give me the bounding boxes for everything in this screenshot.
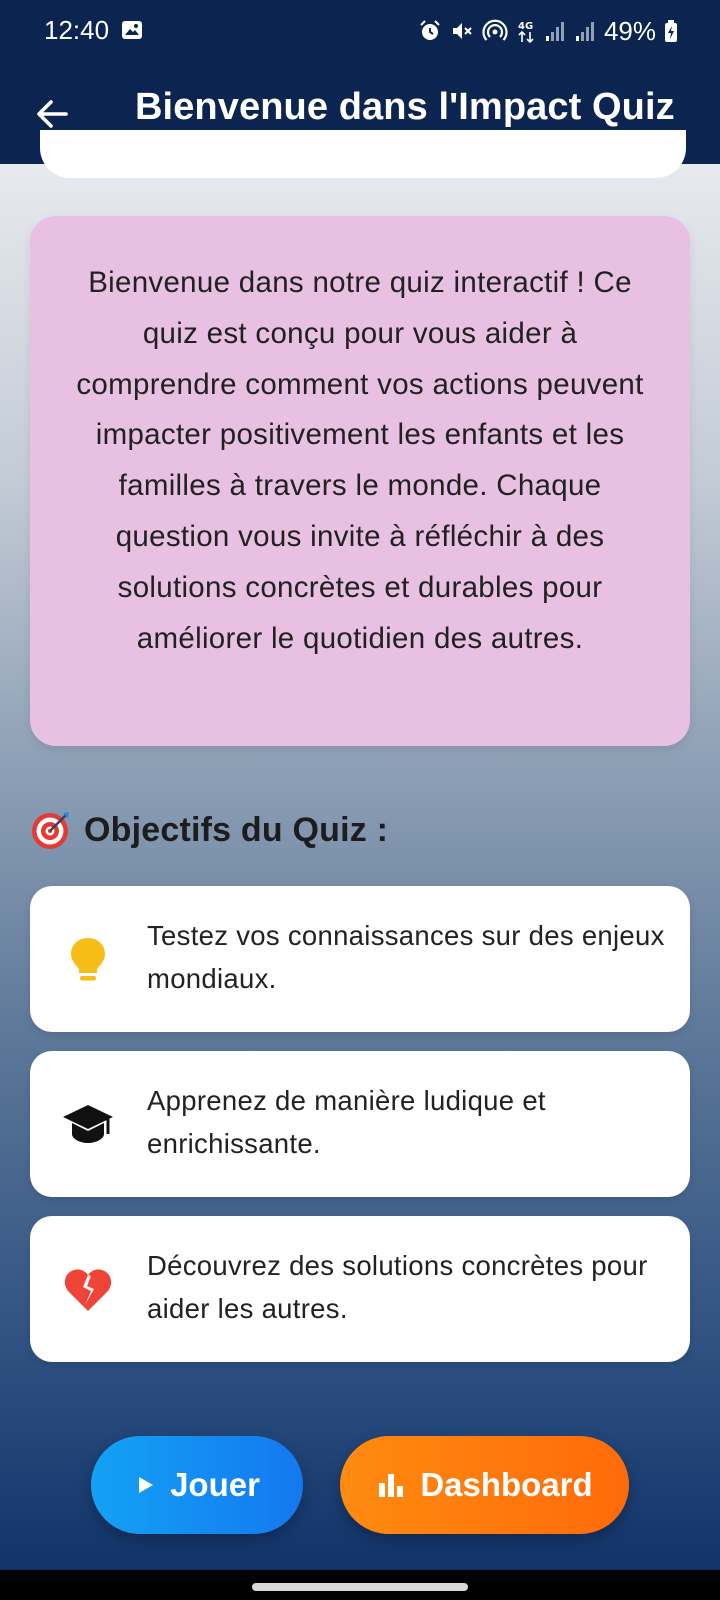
- hotspot-icon: [482, 19, 508, 41]
- objectives-title: Objectifs du Quiz :: [84, 810, 389, 849]
- intro-card: Bienvenue dans notre quiz interactif ! C…: [30, 216, 690, 746]
- graduation-cap-icon: [60, 1097, 116, 1153]
- objective-card: Testez vos connaissances sur des enjeux …: [30, 886, 690, 1032]
- page-title: Bienvenue dans l'Impact Quiz: [135, 86, 675, 128]
- gallery-icon: [122, 21, 142, 39]
- status-icons: 4G 49%: [418, 14, 678, 48]
- battery-charging-icon: [665, 20, 677, 42]
- scrolled-card: [40, 130, 686, 178]
- objective-text: Apprenez de manière ludique et enrichiss…: [147, 1085, 546, 1159]
- signal-icon: [575, 22, 594, 41]
- mute-icon: [452, 23, 472, 39]
- intro-text: Bienvenue dans notre quiz interactif ! C…: [76, 266, 644, 655]
- objective-card: Découvrez des solutions concrètes pour a…: [30, 1216, 690, 1362]
- objective-card: Apprenez de manière ludique et enrichiss…: [30, 1051, 690, 1197]
- objectives-heading: Objectifs du Quiz :: [30, 806, 388, 854]
- alarm-icon: [420, 20, 440, 40]
- 4g-icon: 4G: [518, 21, 534, 44]
- svg-text:4G: 4G: [518, 21, 533, 32]
- status-time: 12:40: [44, 15, 110, 45]
- status-bar: 12:40 4G 49%: [0, 0, 720, 62]
- target-icon: [32, 812, 69, 849]
- arrow-left-icon: [37, 100, 68, 128]
- lightbulb-icon: [60, 932, 116, 988]
- play-button-label: Jouer: [170, 1466, 260, 1503]
- signal-icon: [545, 22, 564, 41]
- battery-percent: 49%: [603, 15, 656, 46]
- objective-text: Testez vos connaissances sur des enjeux …: [147, 920, 665, 994]
- bar-chart-icon: [379, 1474, 404, 1497]
- system-nav-bar: [0, 1570, 720, 1600]
- dashboard-button-label: Dashboard: [420, 1466, 593, 1503]
- dashboard-button[interactable]: Dashboard: [340, 1436, 629, 1534]
- screen: 12:40 4G 49% Bienvenue dans l'Impact Qui…: [0, 0, 720, 1600]
- home-indicator[interactable]: [252, 1583, 468, 1591]
- objective-text: Découvrez des solutions concrètes pour a…: [147, 1250, 648, 1324]
- play-icon: [139, 1477, 154, 1493]
- broken-heart-icon: [60, 1262, 116, 1318]
- play-button[interactable]: Jouer: [91, 1436, 303, 1534]
